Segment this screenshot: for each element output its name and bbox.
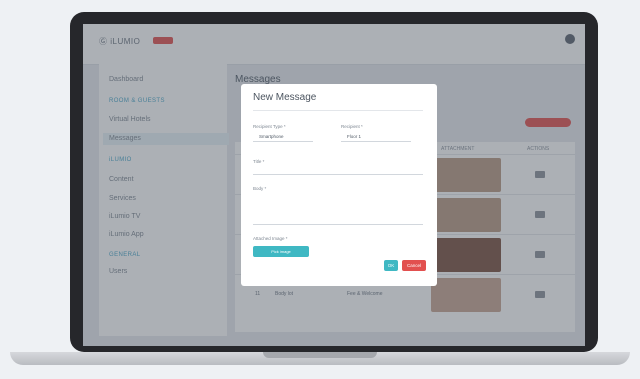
laptop-notch [263, 352, 377, 358]
recipient-select[interactable]: Floor 1 [341, 133, 411, 142]
new-message-dialog: New Message Recipient Type * Smartphone … [241, 84, 437, 286]
recipient-value: Floor 1 [347, 134, 362, 139]
attached-image-label: Attached Image * [253, 236, 288, 241]
cancel-button[interactable]: Cancel [402, 260, 426, 271]
pick-image-button[interactable]: Pick image [253, 246, 309, 257]
dialog-divider [253, 110, 423, 111]
body-label: Body * [253, 186, 267, 191]
ok-button[interactable]: OK [384, 260, 398, 271]
app-screen: Ⓖ iLUMIO Dashboard ROOM & GUESTS Virtual… [83, 24, 585, 346]
title-input[interactable] [253, 174, 423, 175]
recipient-type-value: Smartphone [259, 134, 284, 139]
dialog-title: New Message [253, 92, 317, 103]
body-textarea[interactable] [253, 224, 423, 225]
recipient-type-select[interactable]: Smartphone [253, 133, 313, 142]
recipient-type-label: Recipient Type * [253, 124, 286, 129]
title-label: Title * [253, 159, 265, 164]
recipient-label: Recipient * [341, 124, 363, 129]
